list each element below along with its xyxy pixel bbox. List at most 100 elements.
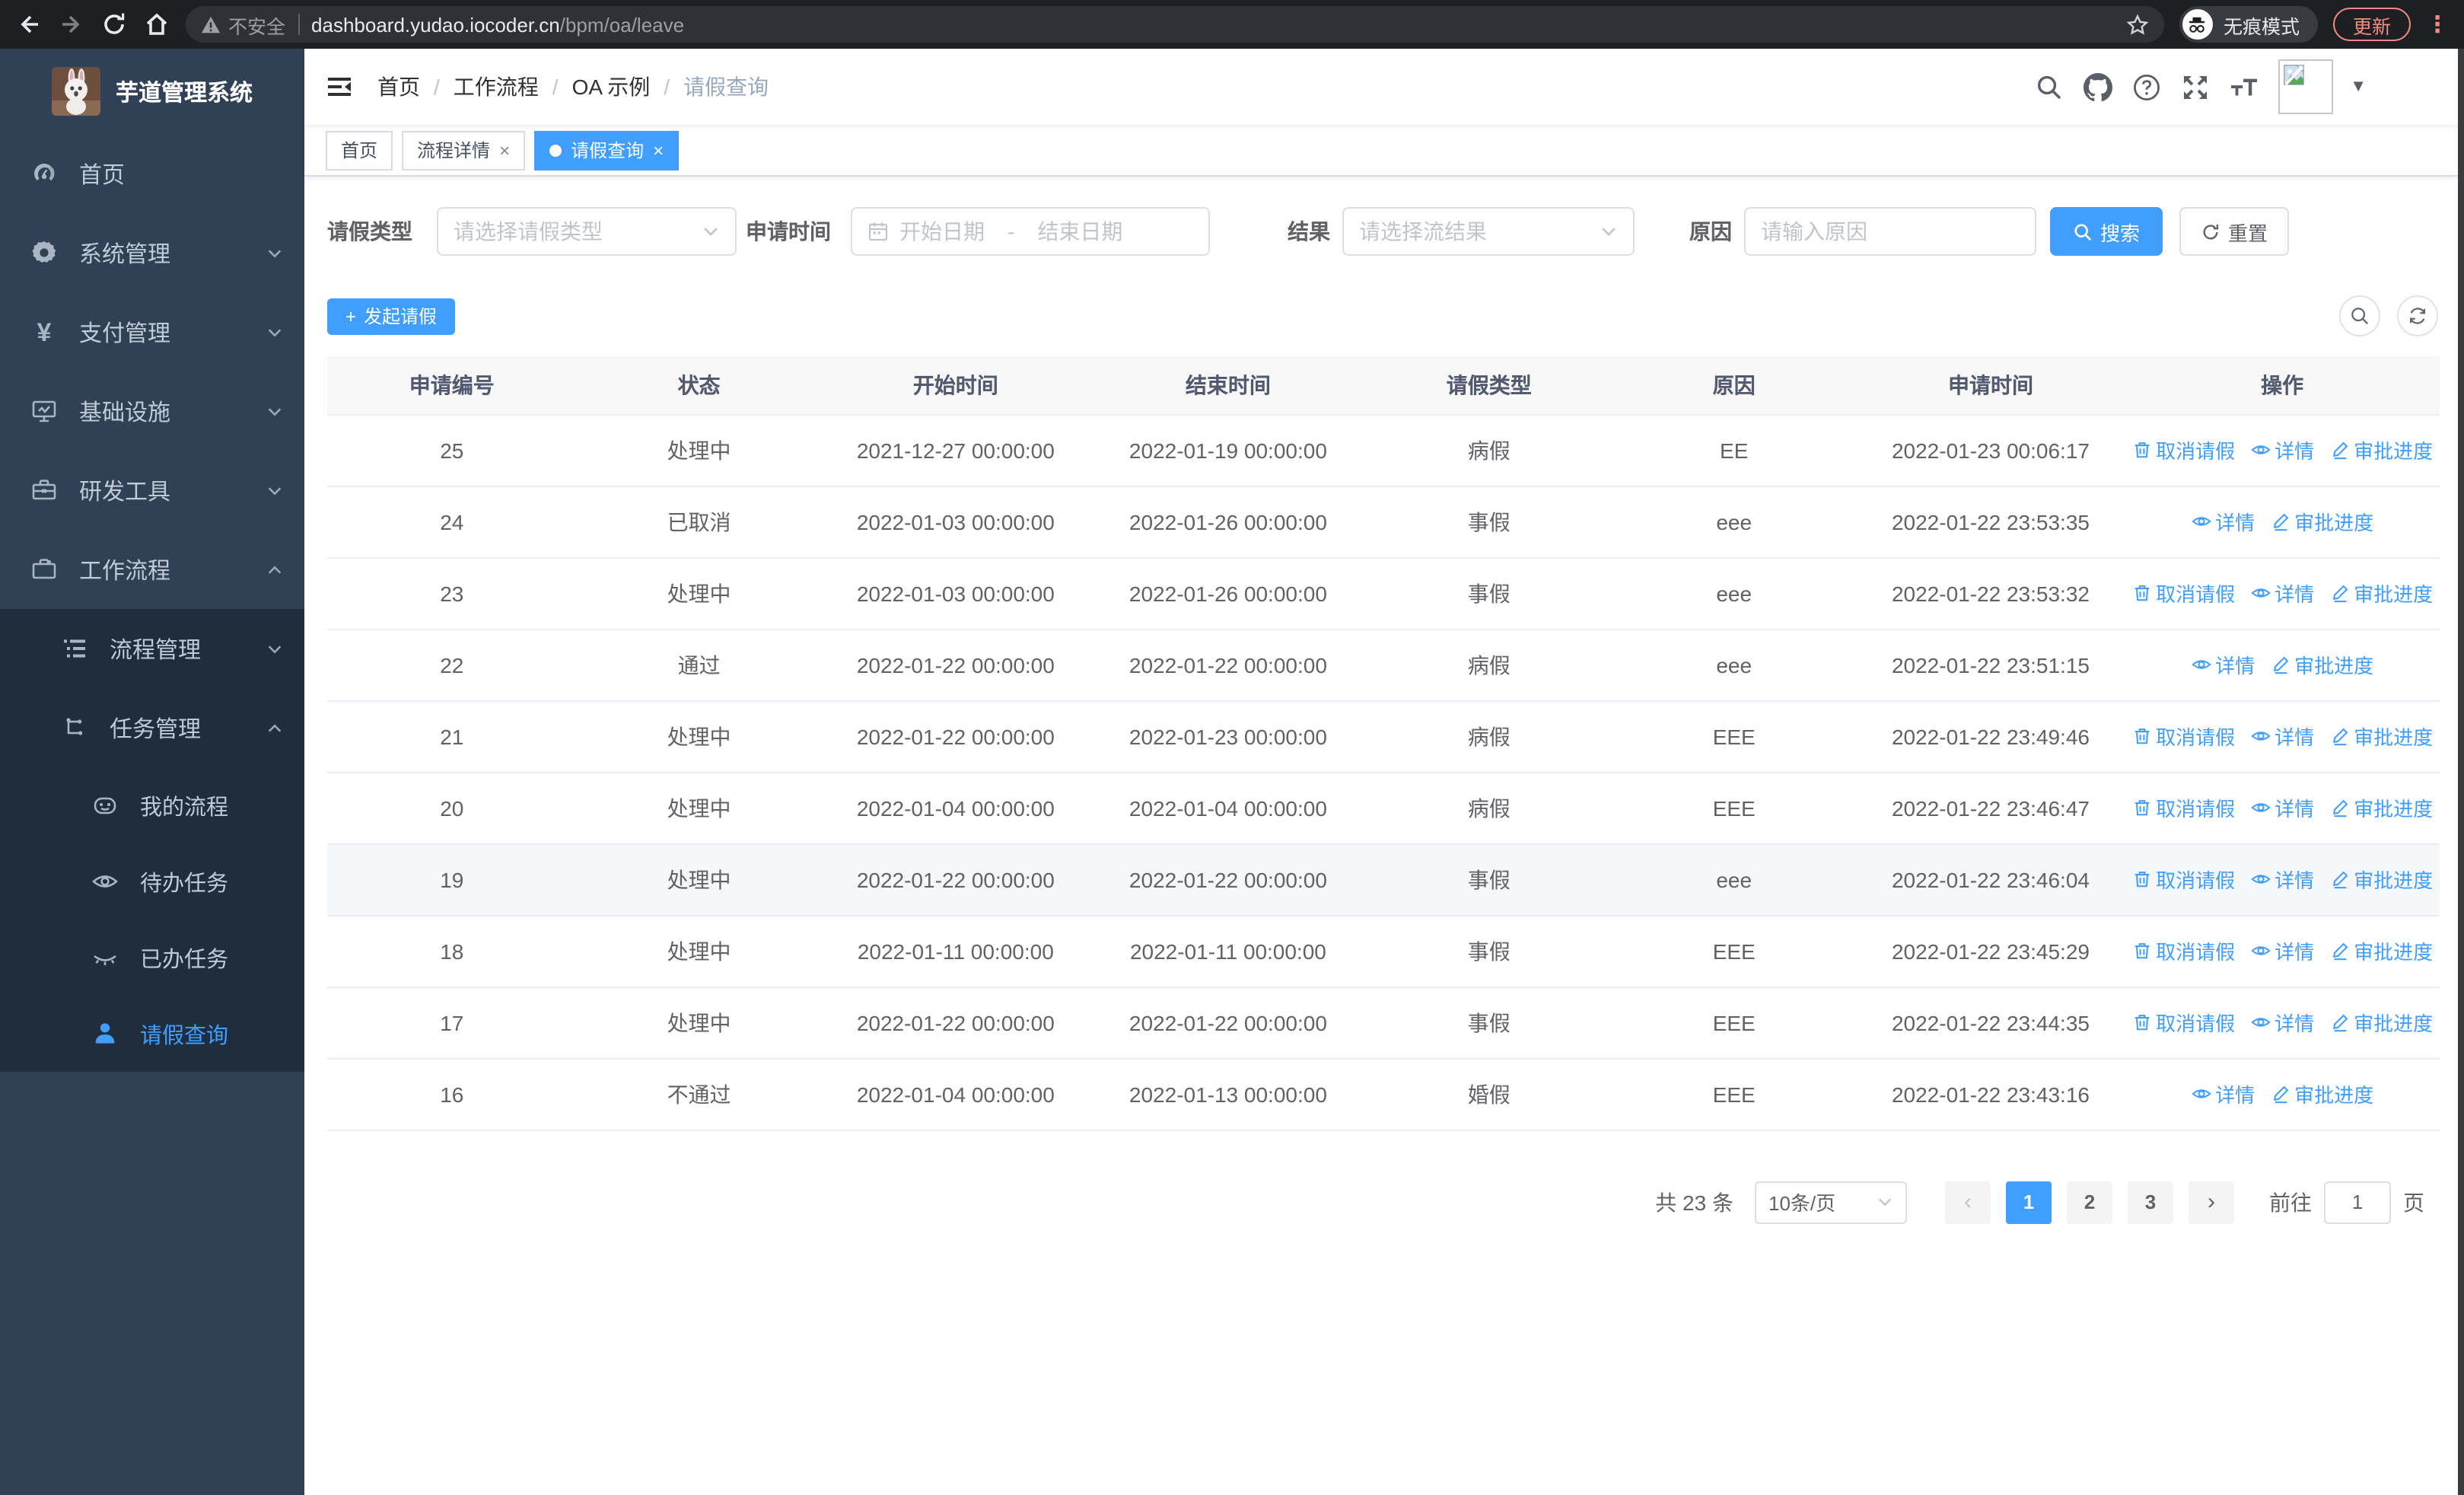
next-page-button[interactable]: › (2189, 1181, 2234, 1223)
page-button-2[interactable]: 2 (2067, 1181, 2112, 1223)
refresh-button[interactable] (2397, 295, 2438, 336)
sidebar-item-workflow[interactable]: 工作流程 (0, 530, 304, 609)
sidebar-item-infrastructure[interactable]: 基础设施 (0, 371, 304, 451)
cell-type: 事假 (1366, 915, 1612, 987)
edit-pen-icon (2332, 441, 2348, 460)
breadcrumb-item[interactable]: 首页 (377, 72, 420, 102)
detail-link[interactable]: 详情 (2250, 865, 2314, 894)
bookmark-star-icon[interactable] (2126, 13, 2149, 36)
detail-link[interactable]: 详情 (2250, 722, 2314, 751)
result-label: 结果 (1288, 219, 1330, 244)
start-date-placeholder: 开始日期 (899, 219, 985, 244)
forward-icon[interactable] (58, 11, 85, 38)
sidebar-item-leave-query[interactable]: 请假查询 (0, 996, 304, 1072)
apply-time-range-picker[interactable]: 开始日期 - 结束日期 (851, 207, 1210, 256)
app-logo[interactable]: 芋道管理系统 (0, 49, 304, 134)
cancel-leave-link[interactable]: 取消请假 (2131, 936, 2235, 965)
breadcrumb-item[interactable]: OA 示例 (572, 72, 651, 102)
cancel-leave-link[interactable]: 取消请假 (2131, 793, 2235, 822)
sidebar-item-todo-tasks[interactable]: 待办任务 (0, 843, 304, 920)
cancel-leave-link[interactable]: 取消请假 (2131, 579, 2235, 607)
trash-icon (2134, 872, 2149, 888)
detail-link[interactable]: 详情 (2250, 1008, 2314, 1037)
detail-link[interactable]: 详情 (2250, 936, 2314, 965)
cancel-leave-link[interactable]: 取消请假 (2131, 1008, 2235, 1037)
page-size-select[interactable]: 10条/页 (1755, 1181, 1907, 1223)
leave-type-select[interactable]: 请选择请假类型 (437, 207, 737, 256)
home-icon[interactable] (143, 11, 170, 38)
tab-close-icon[interactable]: × (499, 139, 510, 161)
progress-link[interactable]: 审批进度 (2270, 650, 2373, 679)
cell-actions: 取消请假 详情 审批进度 (2125, 772, 2440, 844)
avatar[interactable] (2278, 59, 2334, 114)
cell-actions: 详情 审批进度 (2125, 486, 2440, 558)
progress-link[interactable]: 审批进度 (2329, 793, 2433, 822)
page-button-1[interactable]: 1 (2006, 1181, 2052, 1223)
cancel-leave-link[interactable]: 取消请假 (2131, 435, 2235, 464)
page-button-3[interactable]: 3 (2128, 1181, 2173, 1223)
omnibox-divider (298, 14, 300, 35)
flow-branch-icon (61, 714, 88, 741)
detail-link[interactable]: 详情 (2250, 793, 2314, 822)
detail-link[interactable]: 详情 (2250, 435, 2314, 464)
progress-link[interactable]: 审批进度 (2329, 722, 2433, 751)
edit-pen-icon (2332, 728, 2348, 746)
security-chip[interactable]: 不安全 (201, 10, 285, 39)
hide-search-button[interactable] (2339, 295, 2380, 336)
cell-reason: eee (1611, 557, 1857, 630)
detail-link[interactable]: 详情 (2191, 1079, 2255, 1108)
back-icon[interactable] (15, 11, 43, 38)
tab-close-icon[interactable]: × (653, 139, 664, 161)
detail-link[interactable]: 详情 (2250, 579, 2314, 607)
cell-start: 2022-01-04 00:00:00 (821, 772, 1090, 844)
result-select[interactable]: 请选择流结果 (1342, 207, 1635, 256)
progress-link[interactable]: 审批进度 (2329, 865, 2433, 894)
apply-time-label: 申请时间 (746, 219, 831, 244)
progress-link[interactable]: 审批进度 (2329, 1008, 2433, 1037)
tab-首页[interactable]: 首页 (326, 130, 393, 170)
github-icon[interactable] (2084, 72, 2113, 101)
search-button[interactable]: 搜索 (2050, 207, 2163, 256)
tab-流程详情[interactable]: 流程详情 × (402, 130, 526, 170)
detail-link[interactable]: 详情 (2191, 507, 2255, 536)
create-leave-button[interactable]: + 发起请假 (327, 298, 456, 334)
sidebar-item-process-mgmt[interactable]: 流程管理 (0, 609, 304, 688)
progress-link[interactable]: 审批进度 (2329, 936, 2433, 965)
search-icon[interactable] (2035, 72, 2064, 101)
browser-update-button[interactable]: 更新 (2332, 8, 2411, 41)
cancel-leave-link[interactable]: 取消请假 (2131, 865, 2235, 894)
eye-icon (2250, 946, 2270, 955)
progress-link[interactable]: 审批进度 (2329, 579, 2433, 607)
sidebar-item-system[interactable]: 系统管理 (0, 213, 304, 292)
detail-link[interactable]: 详情 (2191, 650, 2255, 679)
progress-link[interactable]: 审批进度 (2270, 1079, 2373, 1108)
sidebar-collapse-icon[interactable] (326, 73, 353, 100)
progress-link[interactable]: 审批进度 (2270, 507, 2373, 536)
search-icon (2351, 308, 2369, 325)
edit-pen-icon (2332, 871, 2348, 889)
avatar-caret-icon[interactable]: ▼ (2350, 78, 2367, 96)
reset-button[interactable]: 重置 (2179, 207, 2290, 256)
address-bar[interactable]: 不安全 dashboard.yudao.iocoder.cn/bpm/oa/le… (186, 6, 2164, 43)
cell-type: 病假 (1366, 414, 1612, 486)
window-scrollbar[interactable] (2458, 49, 2464, 1495)
reload-icon[interactable] (100, 11, 128, 38)
progress-link[interactable]: 审批进度 (2329, 435, 2433, 464)
chevron-up-icon (268, 565, 282, 573)
fullscreen-icon[interactable] (2181, 72, 2210, 101)
sidebar-item-done-tasks[interactable]: 已办任务 (0, 920, 304, 996)
sidebar-item-task-mgmt[interactable]: 任务管理 (0, 688, 304, 767)
breadcrumb-item[interactable]: 工作流程 (454, 72, 539, 102)
help-icon[interactable] (2132, 72, 2161, 101)
sidebar-item-dev-tools[interactable]: 研发工具 (0, 451, 304, 530)
cancel-leave-link[interactable]: 取消请假 (2131, 722, 2235, 751)
prev-page-button[interactable]: ‹ (1945, 1181, 1991, 1223)
sidebar-item-home[interactable]: 首页 (0, 134, 304, 213)
reason-input[interactable]: 请输入原因 (1744, 207, 2036, 256)
browser-menu-icon[interactable]: ⋮ (2426, 13, 2449, 36)
font-size-icon[interactable] (2230, 72, 2259, 101)
sidebar-item-payment[interactable]: ¥ 支付管理 (0, 292, 304, 371)
goto-page-input[interactable]: 1 (2324, 1181, 2391, 1223)
tab-请假查询[interactable]: 请假查询 × (534, 130, 680, 170)
sidebar-item-my-process[interactable]: 我的流程 (0, 767, 304, 843)
